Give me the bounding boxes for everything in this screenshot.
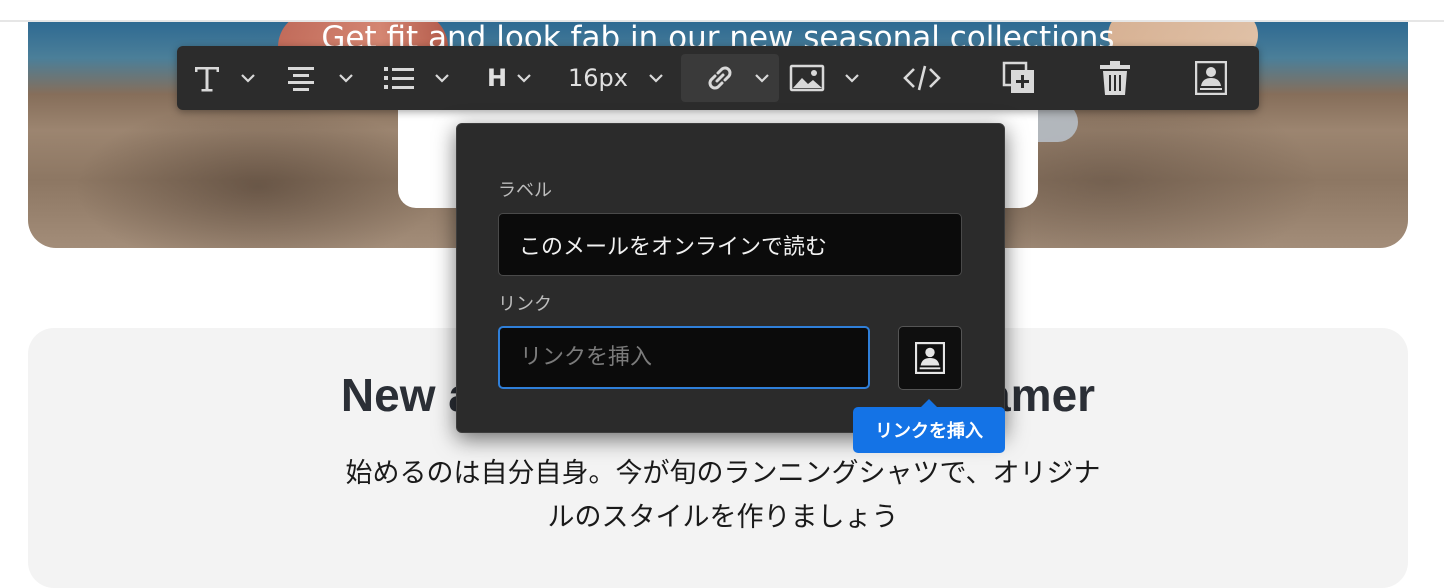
duplicate-button[interactable] [997, 54, 1041, 102]
chevron-down-icon [755, 74, 769, 83]
code-icon [903, 65, 941, 91]
font-size-dropdown[interactable] [645, 54, 667, 102]
link-field-title: リンク [498, 294, 552, 315]
chevron-down-icon [649, 74, 663, 83]
image-icon [789, 64, 825, 92]
label-field-title: ラベル [498, 180, 552, 201]
section-body-line-2: ルのスタイルを作りましょう [547, 502, 899, 533]
delete-button[interactable] [1093, 54, 1137, 102]
chevron-down-icon [517, 74, 531, 83]
image-dropdown[interactable] [841, 54, 863, 102]
align-dropdown[interactable] [335, 54, 357, 102]
image-button[interactable] [787, 54, 827, 102]
list-icon [384, 67, 414, 89]
code-button[interactable] [901, 54, 943, 102]
section-body-line-1: 始めるのは自分自身。今が旬のランニングシャツで、オリジナ [345, 458, 1101, 489]
heading-dropdown[interactable] [513, 54, 535, 102]
insert-link-asset-button[interactable] [898, 326, 962, 390]
text-icon [195, 67, 219, 92]
align-button[interactable] [281, 54, 321, 102]
text-style-dropdown[interactable] [237, 54, 259, 102]
asset-icon [1195, 61, 1227, 95]
asset-icon [915, 342, 945, 374]
editor-top-bar [0, 0, 1444, 22]
list-button[interactable] [379, 54, 419, 102]
chevron-down-icon [435, 74, 449, 83]
chevron-down-icon [845, 74, 859, 83]
heading-button[interactable]: H [483, 54, 511, 102]
heading-icon: H [486, 64, 508, 92]
list-dropdown[interactable] [431, 54, 453, 102]
align-center-icon [288, 67, 314, 91]
font-size-select[interactable]: 16px [563, 54, 633, 102]
link-icon [708, 66, 732, 90]
insert-link-tooltip: リンクを挿入 [853, 399, 1005, 453]
text-style-button[interactable] [187, 54, 227, 102]
font-size-value: 16px [568, 64, 628, 92]
trash-icon [1100, 61, 1130, 95]
link-dropdown[interactable] [751, 54, 773, 102]
duplicate-icon [1002, 61, 1034, 93]
label-input[interactable] [498, 213, 962, 276]
asset-button[interactable] [1189, 54, 1233, 102]
chevron-down-icon [339, 74, 353, 83]
link-input[interactable] [498, 326, 870, 389]
section-body[interactable]: 始めるのは自分自身。今が旬のランニングシャツで、オリジナ ルのスタイルを作りまし… [250, 452, 1196, 540]
chevron-down-icon [241, 74, 255, 83]
rich-text-toolbar: H 16px [177, 46, 1259, 110]
